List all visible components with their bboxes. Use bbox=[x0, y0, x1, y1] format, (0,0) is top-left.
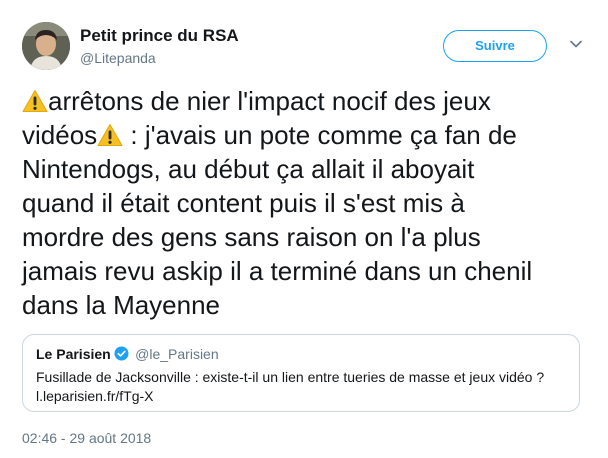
tweet-line: arrêtons de nier l'impact nocif des jeux bbox=[22, 84, 582, 118]
tweet-line: dans la Mayenne bbox=[22, 290, 221, 320]
quoted-author-handle: @le_Parisien bbox=[135, 345, 219, 362]
quoted-author-name: Le Parisien bbox=[36, 345, 111, 362]
warning-icon bbox=[22, 89, 48, 113]
tweet-line: jamais revu askip il a terminé dans un c… bbox=[22, 256, 533, 286]
quoted-tweet-link[interactable]: l.leparisien.fr/fTg-X bbox=[36, 387, 571, 406]
quoted-tweet-body: Fusillade de Jacksonville : existe-t-il … bbox=[36, 368, 571, 406]
tweet-line-text: : j'avais un pote comme ça fan de bbox=[123, 120, 517, 150]
tweet-line-text: vidéos bbox=[22, 120, 98, 150]
tweet-timestamp[interactable]: 02:46 - 29 août 2018 bbox=[22, 430, 151, 446]
quoted-tweet-text: Fusillade de Jacksonville : existe-t-il … bbox=[36, 369, 545, 385]
author-handle[interactable]: @Litepanda bbox=[80, 48, 239, 68]
warning-icon bbox=[97, 123, 123, 147]
tweet-line: quand il était content puis il s'est mis… bbox=[22, 188, 465, 218]
author-names: Petit prince du RSA @Litepanda bbox=[80, 25, 239, 68]
tweet-line: Nintendogs, au début ça allait il aboyai… bbox=[22, 154, 475, 184]
tweet-line-text: arrêtons de nier l'impact nocif des jeux bbox=[48, 86, 491, 116]
tweet-line: mordre des gens sans raison on l'a plus bbox=[22, 222, 481, 252]
author-display-name[interactable]: Petit prince du RSA bbox=[80, 25, 239, 47]
avatar[interactable] bbox=[22, 22, 70, 70]
follow-button[interactable]: Suivre bbox=[443, 30, 547, 62]
verified-badge-icon bbox=[114, 346, 129, 361]
tweet-header: Petit prince du RSA @Litepanda Suivre bbox=[22, 22, 592, 74]
chevron-down-icon[interactable] bbox=[567, 35, 585, 53]
tweet-line: vidéos : j'avais un pote comme ça fan de bbox=[22, 118, 582, 152]
quoted-tweet-header: Le Parisien @le_Parisien bbox=[36, 345, 219, 363]
avatar-image bbox=[22, 22, 70, 70]
quoted-tweet-card[interactable]: Le Parisien @le_Parisien Fusillade de Ja… bbox=[22, 334, 580, 412]
tweet-text: arrêtons de nier l'impact nocif des jeux… bbox=[22, 84, 582, 322]
